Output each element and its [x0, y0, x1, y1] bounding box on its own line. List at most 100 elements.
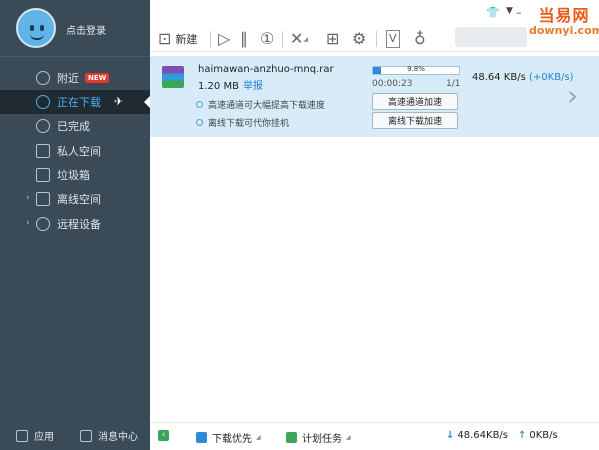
- delete-button[interactable]: ✕ ◢: [290, 30, 308, 48]
- start-button[interactable]: ▷: [218, 30, 230, 48]
- location-pin-icon: [36, 71, 50, 85]
- minimize-icon[interactable]: –: [516, 6, 522, 19]
- avatar[interactable]: [16, 8, 56, 48]
- one-key-button[interactable]: ①: [260, 30, 274, 48]
- file-size-line: 1.20 MB 举报: [198, 77, 263, 92]
- toolbar-separator: [210, 31, 211, 47]
- globe-icon: [36, 217, 50, 231]
- sidebar-item-nearby[interactable]: 附近 NEW: [0, 66, 150, 90]
- piggy-bank-icon: ♁: [414, 29, 426, 48]
- sidebar-item-label: 附近: [57, 72, 79, 85]
- sidebar-item-label: 远程设备: [57, 218, 101, 231]
- task-count: 1/1: [446, 79, 461, 89]
- arrow-down-icon: ↓: [446, 430, 455, 441]
- tip-offline: 离线下载可代你挂机: [196, 116, 289, 129]
- qr-code-button[interactable]: ⊞: [326, 30, 339, 48]
- new-badge: NEW: [85, 73, 110, 83]
- rar-archive-icon: [162, 66, 184, 88]
- sidebar-item-label: 已完成: [57, 120, 90, 133]
- login-link[interactable]: 点击登录: [66, 22, 106, 37]
- progress-text: 9.8%: [407, 65, 425, 73]
- delete-x-icon: ✕: [290, 29, 304, 48]
- toolbar: 👕 ▼ – 当易网 downyi.com ⊡ 新建 ▷ ∥ ① ✕ ◢ ⊞ ⚙ …: [150, 0, 599, 52]
- message-center-button[interactable]: 消息中心: [80, 428, 138, 443]
- pause-icon: ∥: [240, 29, 248, 48]
- qr-code-icon: ⊞: [326, 29, 340, 48]
- vip-icon: V: [386, 30, 400, 48]
- new-task-button[interactable]: ⊡ 新建: [158, 30, 197, 48]
- speed-value: 48.64 KB/s: [472, 72, 526, 83]
- menu-dropdown-icon[interactable]: ▼: [506, 6, 513, 16]
- bullet-ring-icon: [196, 101, 203, 108]
- total-download-speed: ↓ 48.64KB/s: [446, 430, 508, 441]
- chevron-right-icon[interactable]: ›: [567, 82, 578, 110]
- lock-icon: [36, 144, 50, 158]
- total-upload-speed: ↑ 0KB/s: [518, 430, 558, 441]
- play-icon: ▷: [218, 29, 231, 48]
- number-one-icon: ①: [260, 29, 275, 48]
- status-bar: ‹ 下载优先 ◢ 计划任务 ◢ ↓ 48.64KB/s ↑ 0KB/s: [150, 422, 599, 450]
- download-list: haimawan-anzhuo-mnq.rar 1.20 MB 举报 9.8% 0…: [150, 52, 599, 422]
- rewards-button[interactable]: ♁: [414, 30, 426, 48]
- sidebar-item-label: 垃圾箱: [57, 169, 90, 182]
- scheduled-tasks-button[interactable]: 计划任务 ◢: [286, 430, 351, 445]
- sidebar-item-downloading[interactable]: 正在下载 ✈: [0, 90, 150, 114]
- sidebar-item-private-space[interactable]: 私人空间: [0, 139, 150, 163]
- vip-button[interactable]: V: [386, 30, 400, 48]
- sidebar-item-remote-device[interactable]: › 远程设备: [0, 212, 150, 236]
- search-input[interactable]: [455, 27, 527, 47]
- download-priority-toggle[interactable]: 下载优先 ◢: [196, 430, 261, 445]
- high-speed-accelerate-button[interactable]: 高速通道加速: [372, 93, 458, 110]
- expand-arrow-icon[interactable]: ›: [26, 193, 30, 203]
- sidebar-footer: 应用 消息中心: [0, 420, 150, 450]
- sidebar-item-trash[interactable]: 垃圾箱: [0, 163, 150, 187]
- priority-label: 下载优先: [212, 434, 252, 445]
- sidebar-divider: [0, 56, 150, 57]
- chevron-left-icon: ‹: [158, 430, 169, 441]
- new-task-label: 新建: [175, 33, 198, 46]
- pause-button[interactable]: ∥: [240, 30, 248, 48]
- apps-label: 应用: [34, 432, 54, 443]
- avatar-mouth: [30, 34, 44, 40]
- apps-button[interactable]: 应用: [16, 428, 54, 443]
- up-speed: 0KB/s: [529, 430, 558, 441]
- arrow-up-icon: ↑: [518, 430, 527, 441]
- sidebar-item-offline-space[interactable]: › 离线空间: [0, 187, 150, 211]
- delete-caret-icon: ◢: [303, 35, 309, 43]
- download-arrow-icon: [36, 95, 50, 109]
- gear-icon: ⚙: [352, 29, 367, 48]
- apps-icon: [16, 429, 28, 442]
- tip-text: 离线下载可代你挂机: [208, 119, 290, 129]
- file-size: 1.20 MB: [198, 81, 239, 92]
- offline-box-icon: [36, 192, 50, 206]
- message-icon: [80, 429, 92, 442]
- skin-icon[interactable]: 👕: [486, 6, 500, 19]
- avatar-eye: [40, 25, 44, 31]
- trash-icon: [36, 168, 50, 182]
- schedule-icon: [286, 432, 297, 443]
- file-name: haimawan-anzhuo-mnq.rar: [198, 64, 334, 75]
- toolbar-separator: [282, 31, 283, 47]
- priority-icon: [196, 432, 207, 443]
- brand-logo: 当易网 downyi.com: [529, 2, 599, 37]
- offline-accelerate-button[interactable]: 离线下载加速: [372, 112, 458, 129]
- report-link[interactable]: 举报: [243, 81, 263, 92]
- collapse-sidebar-button[interactable]: ‹: [158, 430, 174, 441]
- schedule-label: 计划任务: [302, 434, 342, 445]
- sidebar-item-label: 私人空间: [57, 145, 101, 158]
- tip-high-speed: 高速通道可大幅提高下载速度: [196, 98, 325, 111]
- message-center-label: 消息中心: [98, 432, 138, 443]
- settings-button[interactable]: ⚙: [352, 30, 366, 48]
- down-speed: 48.64KB/s: [457, 430, 509, 441]
- new-file-icon: ⊡: [158, 29, 172, 48]
- sidebar-item-label: 离线空间: [57, 193, 101, 206]
- caret-icon: ◢: [346, 434, 351, 441]
- brand-domain: downyi.com: [529, 24, 599, 37]
- expand-arrow-icon[interactable]: ›: [26, 218, 30, 228]
- toolbar-separator: [376, 31, 377, 47]
- sidebar-item-completed[interactable]: 已完成: [0, 114, 150, 138]
- avatar-eye: [30, 25, 34, 31]
- sidebar: 点击登录 附近 NEW 正在下载 ✈ 已完成 私人空间 垃圾箱 › 离线空间 ›…: [0, 0, 150, 450]
- brand-name: 当易网: [538, 6, 590, 25]
- download-row[interactable]: haimawan-anzhuo-mnq.rar 1.20 MB 举报 9.8% 0…: [150, 56, 599, 137]
